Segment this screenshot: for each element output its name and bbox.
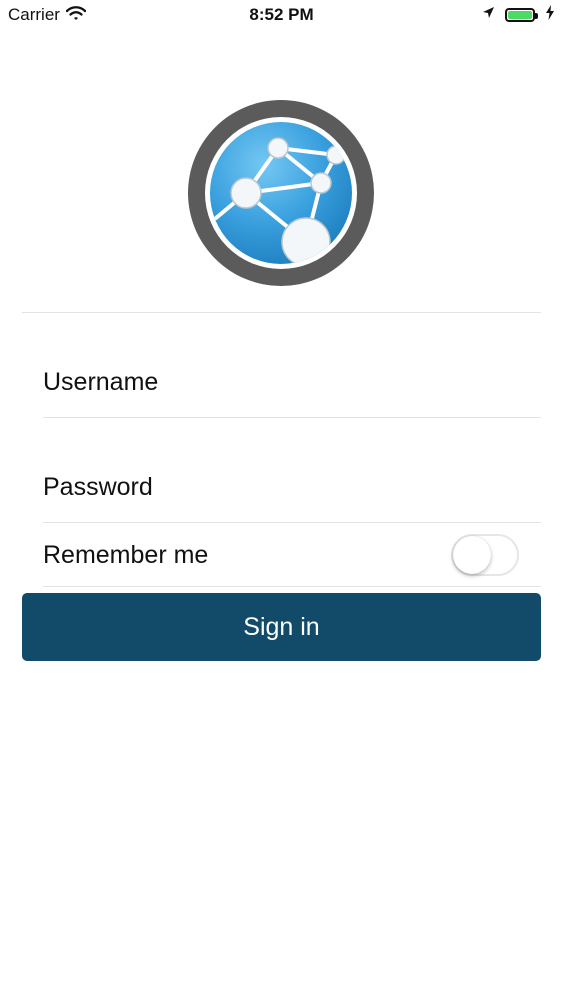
battery-icon	[505, 8, 538, 22]
username-underline	[43, 417, 541, 418]
header-divider	[22, 312, 541, 313]
remember-me-row: Remember me	[43, 524, 519, 586]
password-field[interactable]: Password	[43, 465, 541, 510]
remember-me-label: Remember me	[43, 540, 209, 569]
battery-level	[508, 11, 532, 19]
remember-me-divider	[43, 586, 541, 587]
remember-me-toggle[interactable]	[451, 534, 519, 576]
network-globe-logo	[188, 100, 374, 286]
password-underline	[43, 522, 541, 523]
status-bar: Carrier 8:52 PM	[0, 0, 563, 30]
username-field[interactable]: Username	[43, 360, 541, 405]
toggle-knob	[453, 536, 491, 574]
charging-bolt-icon	[545, 5, 555, 25]
sign-in-button[interactable]: Sign in	[22, 593, 541, 661]
location-arrow-icon	[482, 6, 495, 24]
status-right-group	[482, 5, 555, 25]
status-time: 8:52 PM	[249, 5, 314, 24]
